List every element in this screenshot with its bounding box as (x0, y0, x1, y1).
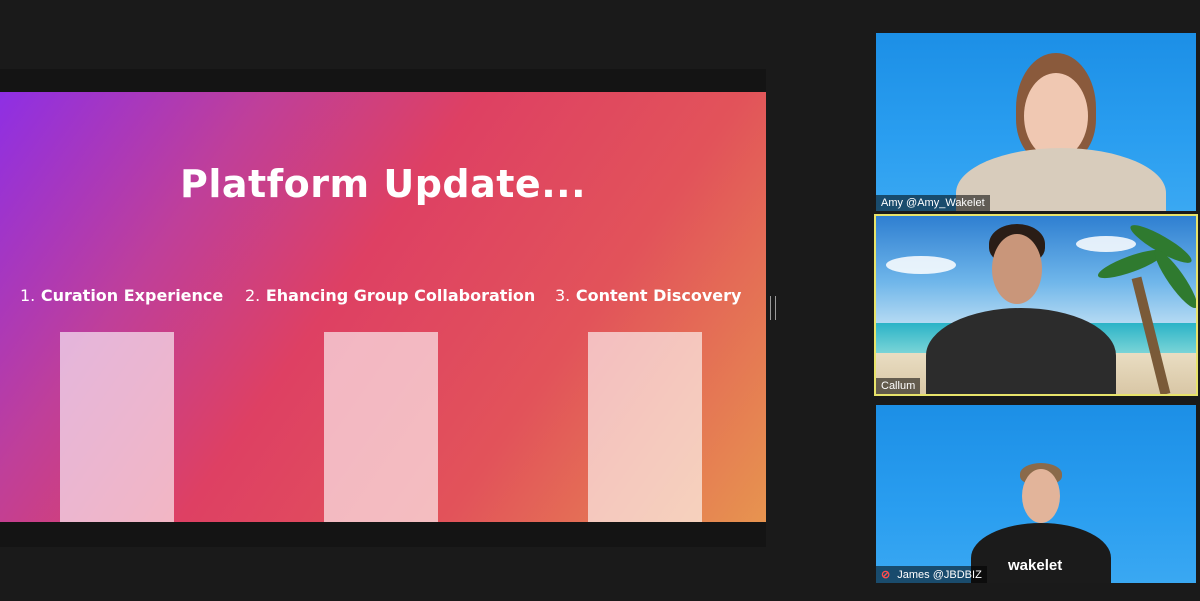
participant-name-tag: Amy @Amy_Wakelet (876, 195, 990, 211)
video-tile-amy[interactable]: Amy @Amy_Wakelet (876, 33, 1196, 211)
presentation-slide: Platform Update... 1. Curation Experienc… (0, 92, 766, 522)
participant-name-tag: Callum (876, 378, 921, 394)
slide-item-label: Curation Experience (40, 286, 224, 305)
participant-name: James @JBDBIZ (897, 569, 982, 581)
slide-item-3: 3. Content Discovery (555, 286, 741, 305)
cloud (886, 256, 956, 274)
slide-item-1: 1. Curation Experience (20, 286, 223, 305)
face (1024, 73, 1088, 159)
participant-name-tag: ⊘ James @JBDBIZ (876, 566, 987, 583)
participant-name: Callum (881, 380, 916, 392)
microphone-muted-icon: ⊘ (881, 569, 891, 581)
slide-item-number: 2. (245, 286, 261, 305)
video-tile-callum[interactable]: Callum (874, 214, 1198, 396)
shirt-logo-text: wakelet (1008, 557, 1063, 574)
participant-name: Amy @Amy_Wakelet (881, 197, 985, 209)
slide-item-2: 2. Ehancing Group Collaboration (245, 286, 535, 305)
face (992, 234, 1042, 304)
face (1022, 469, 1060, 523)
shirt (971, 523, 1111, 583)
slide-item-number: 1. (20, 286, 36, 305)
shirt (926, 308, 1116, 394)
slide-placeholder-3 (588, 332, 702, 522)
slide-item-label: Content Discovery (575, 286, 742, 305)
split-resize-handle[interactable] (770, 296, 776, 320)
cloud (1076, 236, 1136, 252)
slide-item-number: 3. (555, 286, 571, 305)
slide-placeholder-1 (60, 332, 174, 522)
slide-item-label: Ehancing Group Collaboration (265, 286, 536, 305)
slide-title: Platform Update... (179, 162, 587, 206)
slide-placeholder-2 (324, 332, 438, 522)
video-tile-james[interactable]: wakelet ⊘ James @JBDBIZ (876, 405, 1196, 583)
